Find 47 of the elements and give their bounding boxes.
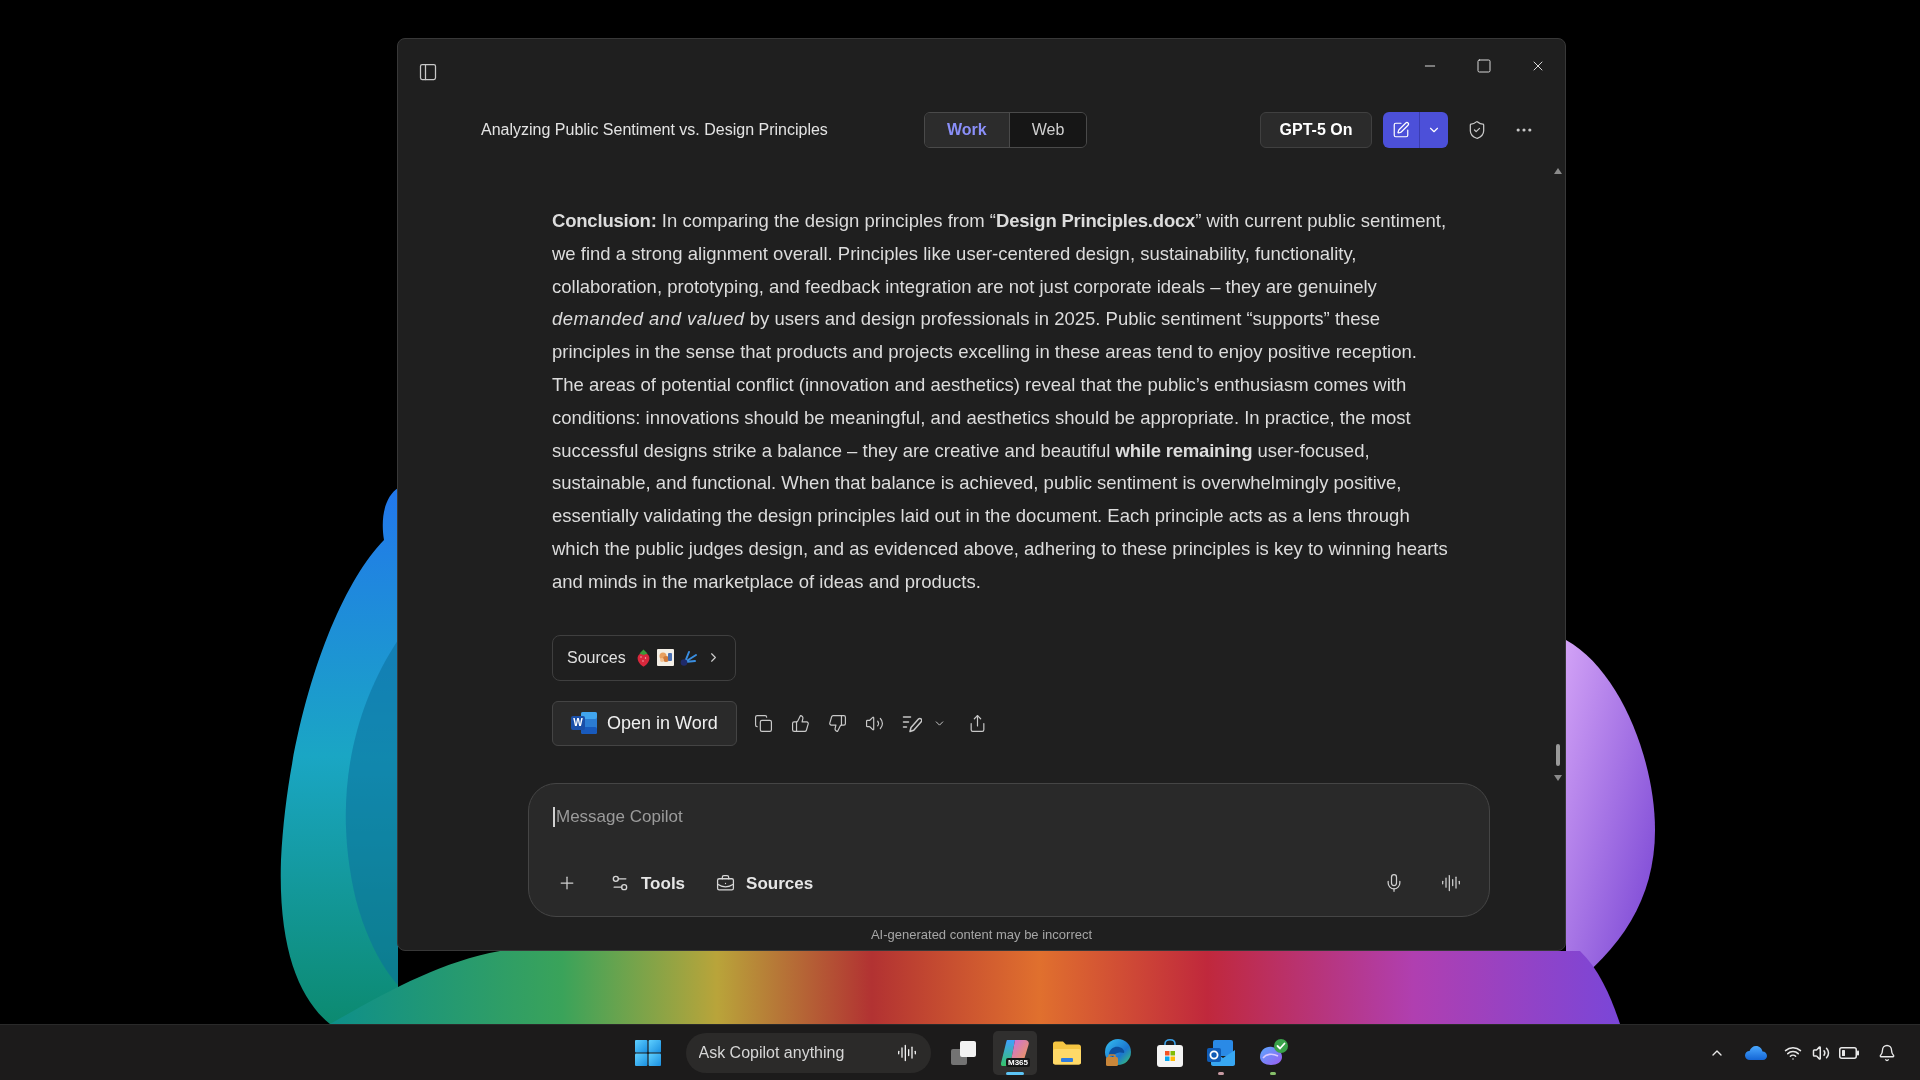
- composer-tool-button[interactable]: Sources: [716, 870, 814, 897]
- response-paragraph: Conclusion: In comparing the design principles from “Design Principles.docx” with current public sentiment, we find a strong alignment overall. Principles like user-centered design, sustainability, functionality, collaboration, prototyping, and feedback integration are not just corporate ideals – they are genuinely demanded and valued by users and design professionals in 2025. Public sentiment “supports” these principles in the sense that products and projects excelling in these areas tend to enjoy positive reception. The areas of potential conflict (innovation and aesthetics) reveal that the public’s enthusiasm comes with conditions: innovations should be meaningful, and aesthetics should be appropriate. In practice, the most successful designs strike a balance – they are creative and beautiful while remaining user-focused, sustainable, and functional. When that balance is achieved, public sentiment is overwhelmingly positive, essentially validating the design principles laid out in the document. Each principle acts as a lens through which the public judges design, and as evidenced above, adhering to these principles is key to winning hearts and minds in the marketplace of ideas and products.: [552, 209, 1449, 594]
- strawberry-icon: [635, 648, 651, 667]
- sidebar-toggle-icon[interactable]: [418, 62, 438, 82]
- voice-wave-icon[interactable]: [1441, 873, 1461, 894]
- shield-check-icon[interactable]: [1467, 120, 1487, 140]
- battery-icon[interactable]: [1839, 1046, 1859, 1059]
- scroll-up-arrow-icon[interactable]: [1554, 168, 1562, 174]
- briefcase-icon: [716, 873, 736, 893]
- pen-lines-icon[interactable]: [901, 713, 922, 734]
- mode-tab[interactable]: Web: [1008, 113, 1087, 147]
- bell-icon[interactable]: [1878, 1043, 1896, 1062]
- search-box[interactable]: Ask Copilot anything: [685, 1032, 931, 1073]
- wave-circle-icon: [1104, 1038, 1132, 1067]
- overlapping-squares-icon: [950, 1039, 977, 1066]
- maximize-icon[interactable]: [1476, 58, 1492, 74]
- scroll-down-arrow-icon[interactable]: [1554, 775, 1562, 781]
- chat-title: Analyzing Public Sentiment vs. Design Principles: [481, 120, 829, 140]
- disclaimer-text: AI-generated content may be incorrect: [870, 925, 1093, 944]
- start-icon[interactable]: [634, 1039, 661, 1066]
- document-pages-icon: [581, 712, 597, 735]
- cloud-icon[interactable]: [1745, 1045, 1767, 1060]
- logo-letter: W: [571, 716, 585, 731]
- shopping-bag-icon: [1156, 1038, 1183, 1067]
- swirl-check-icon: [1257, 1038, 1288, 1067]
- message-input[interactable]: Message Copilot: [553, 803, 1461, 830]
- text-caret: [553, 806, 555, 827]
- voice-wave-icon[interactable]: [896, 1042, 917, 1063]
- copy-icon[interactable]: [753, 713, 773, 733]
- folder-icon: [1052, 1040, 1081, 1065]
- burst-icon: [679, 649, 698, 666]
- app-badge: M365: [1006, 1057, 1030, 1067]
- taskbar-app-button[interactable]: M365: [993, 1030, 1037, 1075]
- composer-tool-button[interactable]: Tools: [610, 870, 686, 897]
- sources-chip[interactable]: Sources: [552, 634, 736, 681]
- model-button[interactable]: GPT-5 On: [1260, 112, 1372, 148]
- envelope-logo-icon: [1207, 1039, 1235, 1066]
- thumbs-up-icon[interactable]: [790, 713, 810, 733]
- compose-button[interactable]: [1383, 112, 1419, 148]
- scrollbar-thumb[interactable]: [1556, 744, 1560, 766]
- thumbs-down-icon[interactable]: [827, 713, 847, 733]
- speaker-icon[interactable]: [1812, 1043, 1830, 1062]
- open-in-word-button[interactable]: W Open in Word: [552, 700, 737, 746]
- search-input[interactable]: Ask Copilot anything: [698, 1040, 897, 1065]
- mode-tab[interactable]: Work: [925, 113, 1009, 147]
- thumbnail-icon: [656, 649, 674, 667]
- compose-icon: [1392, 121, 1410, 139]
